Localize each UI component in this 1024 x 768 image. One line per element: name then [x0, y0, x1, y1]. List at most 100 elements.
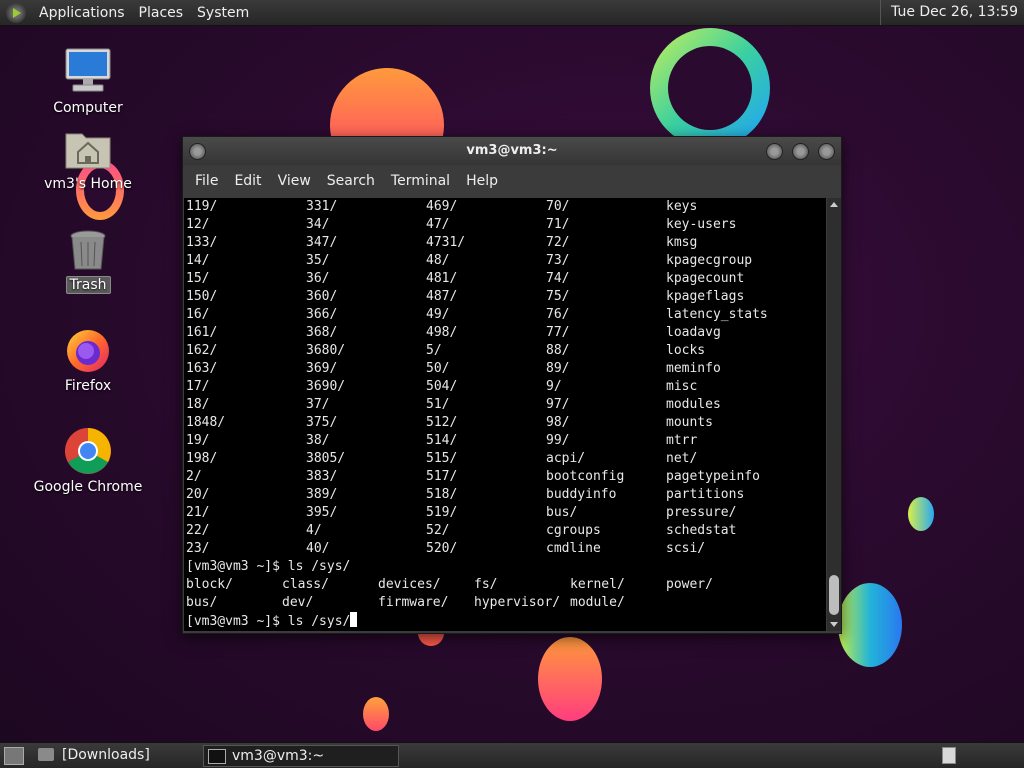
window-menu-icon[interactable] [189, 143, 206, 160]
terminal-line: 22/4/52/cgroups schedstat [184, 522, 826, 540]
prompt-text: [vm3@vm3 ~]$ ls /sys/ [186, 559, 351, 574]
terminal-cell: power/ [666, 577, 713, 592]
terminal-cell: 35/ [306, 253, 330, 268]
terminal-cell: 77/ [546, 325, 570, 340]
terminal-cell: 512/ [426, 415, 458, 430]
terminal-cell: loadavg [666, 325, 721, 340]
desktop-icon-trash[interactable]: Trash [28, 228, 148, 294]
terminal-cell: hypervisor/ [474, 595, 561, 610]
terminal-cell: 520/ [426, 541, 458, 556]
terminal-cell: module/ [570, 595, 625, 610]
terminal-cell: 331/ [306, 199, 338, 214]
menu-search[interactable]: Search [319, 173, 383, 189]
menu-edit[interactable]: Edit [226, 173, 269, 189]
terminal-cell: 3690/ [306, 379, 346, 394]
prompt-text: [vm3@vm3 ~]$ ls /sys/ [186, 614, 351, 629]
terminal-line: 19/38/514/99/mtrr [184, 432, 826, 450]
terminal-cell: latency_stats [666, 307, 768, 322]
maximize-icon[interactable] [792, 143, 809, 160]
terminal-cell: block/ [186, 577, 233, 592]
terminal-cell: 389/ [306, 487, 338, 502]
window-titlebar[interactable]: vm3@vm3:~ [183, 137, 841, 165]
close-icon[interactable] [818, 143, 835, 160]
terminal-cell: scsi/ [666, 541, 706, 556]
terminal-cell: 1848/ [186, 415, 226, 430]
menu-help[interactable]: Help [458, 173, 506, 189]
terminal-cell: 14/ [186, 253, 210, 268]
terminal-line: 198/3805/515/acpi/net/ [184, 450, 826, 468]
desktop-icon-home[interactable]: vm3's Home [28, 128, 148, 192]
terminal-cell: 76/ [546, 307, 570, 322]
terminal-cell: modules [666, 397, 721, 412]
terminal-line: 21/395/519/bus/pressure/ [184, 504, 826, 522]
terminal-cell: 48/ [426, 253, 450, 268]
clock[interactable]: Tue Dec 26, 13:59 [880, 0, 1024, 25]
terminal-cell: 71/ [546, 217, 570, 232]
computer-icon [65, 48, 111, 92]
terminal-cell: 3680/ [306, 343, 346, 358]
decor-bubble [838, 583, 902, 667]
terminal-cell: 498/ [426, 325, 458, 340]
desktop-icon-computer[interactable]: Computer [28, 46, 148, 116]
terminal-cell: 383/ [306, 469, 338, 484]
terminal-cell: partitions [666, 487, 745, 502]
terminal-line: 23/40/520/cmdline scsi/ [184, 540, 826, 558]
terminal-cell: 17/ [186, 379, 210, 394]
terminal-cell: acpi/ [546, 451, 586, 466]
distro-logo-icon[interactable] [6, 2, 26, 23]
terminal-cell: 369/ [306, 361, 338, 376]
terminal-cell: meminfo [666, 361, 721, 376]
terminal-line: block/class/devices/fs/kernel/power/ [184, 576, 826, 594]
terminal-scrollbar[interactable] [827, 198, 841, 631]
terminal-cell: class/ [282, 577, 329, 592]
menu-places[interactable]: Places [132, 5, 191, 21]
terminal-cell: 34/ [306, 217, 330, 232]
terminal-cell: 9/ [546, 379, 562, 394]
terminal-cell: 119/ [186, 199, 218, 214]
terminal-cell: 2/ [186, 469, 202, 484]
menu-system[interactable]: System [190, 5, 256, 21]
workspace-switcher[interactable] [942, 747, 956, 764]
scroll-down-icon[interactable] [827, 617, 841, 631]
menu-view[interactable]: View [270, 173, 319, 189]
terminal-cell: devices/ [378, 577, 441, 592]
terminal-cell: 22/ [186, 523, 210, 538]
taskbar-item-downloads[interactable]: [Downloads] [34, 745, 222, 765]
desktop-icon-chrome[interactable]: Google Chrome [28, 427, 148, 495]
terminal-window[interactable]: vm3@vm3:~ File Edit View Search Terminal… [182, 136, 842, 634]
scroll-up-icon[interactable] [827, 198, 841, 212]
terminal-cell: 12/ [186, 217, 210, 232]
terminal-cell: 73/ [546, 253, 570, 268]
firefox-icon [67, 330, 109, 372]
terminal-output[interactable]: 119/331/469/70/keys 12/34/47/71/key-users… [184, 198, 826, 631]
terminal-cell: 163/ [186, 361, 218, 376]
terminal-cell: 150/ [186, 289, 218, 304]
terminal-cell: 74/ [546, 271, 570, 286]
terminal-cell: 99/ [546, 433, 570, 448]
terminal-cell: buddyinfo [546, 487, 617, 502]
terminal-cell: fs/ [474, 577, 498, 592]
terminal-cell: kernel/ [570, 577, 625, 592]
terminal-line: 162/3680/5/88/locks [184, 342, 826, 360]
terminal-cell: cgroups [546, 523, 601, 538]
terminal-cell: 368/ [306, 325, 338, 340]
terminal-cell: firmware/ [378, 595, 449, 610]
minimize-icon[interactable] [766, 143, 783, 160]
desktop-icon-firefox[interactable]: Firefox [28, 326, 148, 394]
terminal-line: 161/368/498/77/loadavg [184, 324, 826, 342]
menu-file[interactable]: File [187, 173, 226, 189]
menu-applications[interactable]: Applications [32, 5, 132, 21]
show-desktop-icon[interactable] [4, 747, 24, 765]
scrollbar-thumb[interactable] [829, 575, 839, 615]
taskbar-item-terminal[interactable]: vm3@vm3:~ [203, 745, 399, 767]
terminal-cell: 162/ [186, 343, 218, 358]
desktop-icon-label: Google Chrome [33, 479, 143, 495]
terminal-cell: 75/ [546, 289, 570, 304]
terminal-cell: 3805/ [306, 451, 346, 466]
terminal-cell: 360/ [306, 289, 338, 304]
terminal-cell: 469/ [426, 199, 458, 214]
menu-terminal[interactable]: Terminal [383, 173, 458, 189]
terminal-cell: kpageflags [666, 289, 745, 304]
terminal-cell: 481/ [426, 271, 458, 286]
terminal-cell: 15/ [186, 271, 210, 286]
